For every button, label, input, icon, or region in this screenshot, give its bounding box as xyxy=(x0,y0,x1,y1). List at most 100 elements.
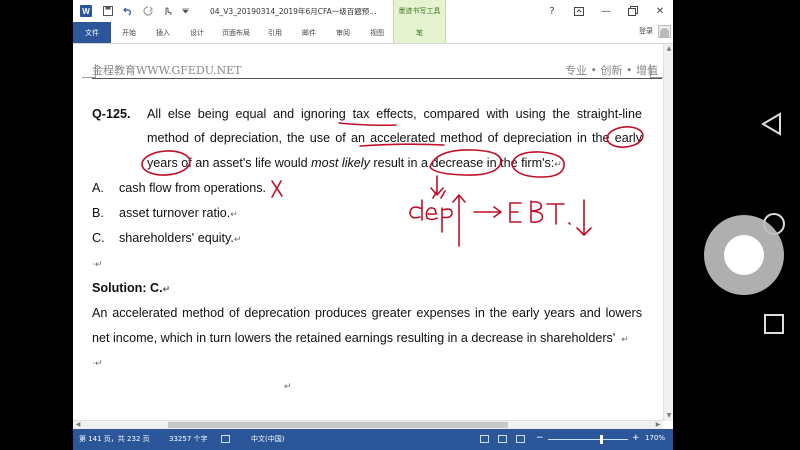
proofing-icon[interactable] xyxy=(221,435,230,443)
scroll-down-icon[interactable]: ▼ xyxy=(665,412,673,420)
option-text: shareholders' equity.↵ xyxy=(119,230,241,247)
option-letter: A. xyxy=(92,181,104,195)
customize-toolbar-icon[interactable] xyxy=(178,0,192,22)
option-c-text: shareholders' equity. xyxy=(119,231,234,245)
empty-paragraph-mark: ⋅↵ xyxy=(92,259,103,269)
paragraph-mark: ↵ xyxy=(230,209,238,219)
question-text: years of an asset's life would xyxy=(147,156,312,170)
help-button[interactable]: ? xyxy=(539,0,565,22)
option-a-text: cash flow from operations. xyxy=(119,181,266,195)
ink-letter-d xyxy=(409,199,423,221)
option-letter: B. xyxy=(92,206,104,220)
ink-letter-B xyxy=(530,200,544,223)
status-bar: 第 141 页，共 232 页 33257 个字 中文(中国) − + 170% xyxy=(73,429,673,450)
word-app-icon: W xyxy=(80,5,92,17)
tab-home[interactable]: 开始 xyxy=(113,22,145,43)
ink-tools-context-header: 墨迹书写工具 xyxy=(393,0,446,22)
avatar-person-icon xyxy=(660,28,669,37)
zoom-slider-thumb[interactable] xyxy=(600,435,603,444)
tab-review[interactable]: 审阅 xyxy=(327,22,359,43)
ink-slash-marks xyxy=(432,190,446,199)
tab-file[interactable]: 文件 xyxy=(73,22,111,43)
restore-button[interactable] xyxy=(620,0,646,22)
ink-dot xyxy=(568,222,571,225)
solution-label: Solution: C. xyxy=(92,281,163,295)
scroll-right-icon[interactable]: ▶ xyxy=(654,421,662,429)
header-rule xyxy=(92,78,662,79)
minimize-button[interactable]: — xyxy=(593,0,619,22)
page-header-right: 专业 • 创新 • 增值 xyxy=(565,64,658,77)
question-line: All else being equal and ignoring tax ef… xyxy=(147,107,642,121)
solution-title: Solution: C.↵ xyxy=(92,280,170,297)
sign-in-link[interactable]: 登录 xyxy=(639,26,653,36)
language-indicator[interactable]: 中文(中国) xyxy=(251,434,284,444)
back-icon[interactable] xyxy=(760,112,784,136)
ink-letter-e xyxy=(425,207,438,221)
tab-page-layout[interactable]: 页面布局 xyxy=(216,22,256,43)
page-header-left: 金程教育WWW.GFEDU.NET xyxy=(92,64,242,77)
zoom-slider[interactable] xyxy=(548,435,628,444)
horizontal-scrollbar[interactable]: ◀ ▶ xyxy=(73,420,663,429)
paragraph-mark: ↵ xyxy=(621,334,629,344)
ink-down-arrow xyxy=(576,199,592,236)
solution-line: An accelerated method of deprecation pro… xyxy=(92,306,642,320)
solution-text: net income, which in turn lowers the ret… xyxy=(92,331,616,345)
tab-pen[interactable]: 笔 xyxy=(393,22,446,43)
question-number: Q-125. xyxy=(92,107,131,121)
tab-mailings[interactable]: 邮件 xyxy=(293,22,325,43)
ink-arrow-down xyxy=(430,175,444,196)
document-page[interactable]: 金程教育WWW.GFEDU.NET 专业 • 创新 • 增值 Q-125. Al… xyxy=(82,44,664,421)
option-text: asset turnover ratio.↵ xyxy=(119,205,238,222)
word-window: W 04_V3_20190314_2019年6月CFA一级百题预... 墨迹书写… xyxy=(73,0,673,450)
web-layout-icon[interactable] xyxy=(516,435,525,443)
close-button[interactable]: ✕ xyxy=(647,0,673,22)
scroll-up-icon[interactable]: ▲ xyxy=(665,45,673,53)
print-layout-icon[interactable] xyxy=(498,435,507,443)
touch-mode-icon[interactable] xyxy=(158,0,178,22)
ink-letter-E xyxy=(509,202,522,223)
option-text: cash flow from operations. xyxy=(119,180,266,196)
document-canvas[interactable]: 金程教育WWW.GFEDU.NET 专业 • 创新 • 增值 Q-125. Al… xyxy=(73,44,673,421)
vertical-scrollbar[interactable]: ▲ ▼ xyxy=(663,44,673,421)
recent-apps-icon[interactable] xyxy=(763,313,785,335)
undo-icon[interactable] xyxy=(118,0,138,22)
zoom-in-icon[interactable]: + xyxy=(632,433,640,443)
ink-underline-tax-effects xyxy=(338,122,397,127)
tab-insert[interactable]: 插入 xyxy=(147,22,179,43)
empty-paragraph-mark: ↵ xyxy=(284,381,292,391)
save-icon[interactable] xyxy=(98,0,118,22)
solution-line: net income, which in turn lowers the ret… xyxy=(92,330,629,347)
zoom-level[interactable]: 170% xyxy=(645,434,665,442)
question-line: method of depreciation, the use of an ac… xyxy=(147,131,642,145)
zoom-out-icon[interactable]: − xyxy=(536,433,544,443)
question-line: years of an asset's life would most like… xyxy=(147,155,562,172)
ribbon-tab-bar: 文件 开始 插入 设计 页面布局 引用 邮件 审阅 视图 笔 登录 xyxy=(73,22,673,44)
paragraph-mark: ↵ xyxy=(162,284,171,294)
empty-paragraph-mark: ⋅↵ xyxy=(92,358,103,368)
avatar[interactable] xyxy=(658,25,671,38)
floating-assistive-button[interactable] xyxy=(704,215,784,295)
ink-up-arrow xyxy=(452,194,466,247)
tab-view[interactable]: 视图 xyxy=(361,22,393,43)
page-count[interactable]: 第 141 页，共 232 页 xyxy=(79,434,150,444)
tab-design[interactable]: 设计 xyxy=(181,22,213,43)
option-letter: C. xyxy=(92,231,105,245)
question-text: result in a decrease in the firm's: xyxy=(369,156,555,170)
option-b-text: asset turnover ratio. xyxy=(119,206,231,220)
ink-letter-T xyxy=(546,203,565,225)
ink-right-arrow xyxy=(473,206,502,218)
paragraph-mark: ↵ xyxy=(554,159,562,169)
read-mode-icon[interactable] xyxy=(480,435,489,443)
ribbon-display-options-button[interactable] xyxy=(566,0,592,22)
tab-references[interactable]: 引用 xyxy=(259,22,291,43)
question-emphasis: most likely xyxy=(311,156,370,170)
title-bar: W 04_V3_20190314_2019年6月CFA一级百题预... 墨迹书写… xyxy=(73,0,673,22)
redo-icon[interactable] xyxy=(138,0,158,22)
ink-cross-option-a xyxy=(271,180,283,198)
paragraph-mark: ↵ xyxy=(233,234,242,244)
word-count[interactable]: 33257 个字 xyxy=(169,434,208,444)
horizontal-scroll-thumb[interactable] xyxy=(168,422,508,428)
scroll-left-icon[interactable]: ◀ xyxy=(74,421,82,429)
ink-letter-p xyxy=(441,207,453,233)
document-title: 04_V3_20190314_2019年6月CFA一级百题预... xyxy=(210,6,377,16)
